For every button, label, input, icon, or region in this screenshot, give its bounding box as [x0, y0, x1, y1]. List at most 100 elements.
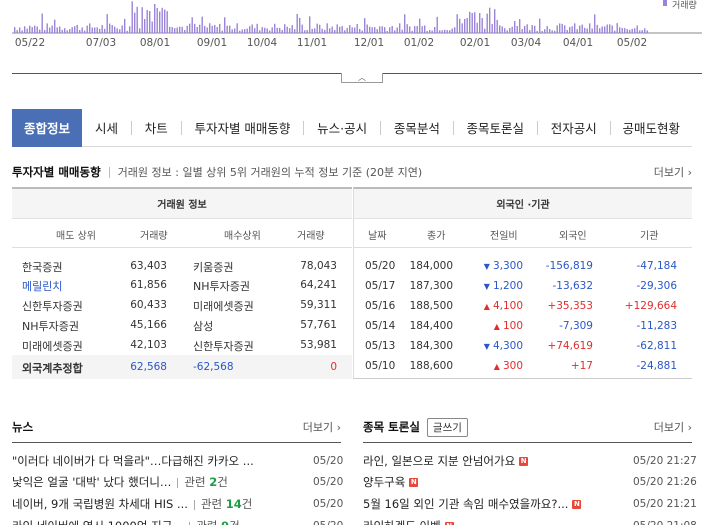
volume-bar: [406, 24, 408, 33]
volume-bar: [144, 19, 146, 33]
volume-bar: [606, 24, 608, 33]
volume-bar: [646, 30, 648, 33]
forum-post[interactable]: 라인하겠도 이벤N: [363, 516, 613, 525]
volume-bar: [429, 30, 431, 33]
x-tick-label: 07/03: [85, 37, 117, 49]
volume-bar: [121, 25, 123, 33]
volume-bar: [61, 29, 63, 33]
news-item[interactable]: 네이버, 9개 국립병원 차세대 HIS ... 관련 14건: [12, 494, 292, 514]
forum-post[interactable]: 라인, 일본으로 지분 안넘어가요 N: [363, 451, 613, 471]
volume-bar: [64, 28, 66, 33]
tab-1[interactable]: 종합정보: [12, 108, 83, 147]
tab-4[interactable]: 투자자별 매매동향: [181, 109, 303, 147]
buy-broker-name[interactable]: 키움증권: [193, 259, 233, 275]
close-price: 184,000: [409, 260, 453, 272]
volume-bar: [384, 27, 386, 33]
volume-bar: [356, 23, 358, 33]
volume-bar: [29, 25, 31, 33]
volume-bar: [14, 27, 16, 33]
volume-bar: [324, 29, 326, 33]
volume-bar: [626, 29, 628, 33]
related-unit: 건: [217, 475, 228, 489]
volume-bar: [74, 26, 76, 33]
volume-bar: [556, 25, 558, 33]
forum-post-title[interactable]: 라인하겠도 이벤: [363, 518, 441, 525]
sell-broker-name[interactable]: 미래에셋증권: [22, 338, 83, 354]
related-number: 9: [221, 519, 229, 525]
volume-bar: [169, 26, 171, 33]
tab-9[interactable]: 공매도현황: [610, 109, 692, 147]
up-arrow-icon: ▲: [483, 302, 490, 311]
news-headline[interactable]: 네이버, 9개 국립병원 차세대 HIS ...: [12, 496, 188, 512]
volume-bar: [409, 26, 411, 33]
volume-bar: [354, 27, 356, 33]
broker-table: 거래원 정보 매도 상위 거래량 매수상위 거래량 한국증권 63,403 키움증권 78,…: [12, 187, 352, 379]
forum-post-title[interactable]: 5월 16일 외인 기관 속임 매수였을까요?...: [363, 496, 568, 512]
news-date: 05/20: [313, 455, 344, 467]
related-count[interactable]: 관련 9건: [189, 518, 240, 525]
x-tick-label: 09/01: [196, 37, 228, 49]
write-post-button[interactable]: 글쓰기: [426, 417, 468, 437]
news-item[interactable]: 낯익은 얼굴 '대박' 났다 했더니… 관련 2건: [12, 472, 292, 492]
volume-bar: [76, 24, 78, 33]
buy-broker-name[interactable]: 미래에셋증권: [193, 298, 254, 314]
forum-more-link[interactable]: 더보기 ›: [654, 419, 692, 435]
volume-bar: [206, 27, 208, 33]
news-item[interactable]: 라인 네이버에 역시 1000억 지금... 관련 9건: [12, 516, 292, 525]
volume-bar: [449, 30, 451, 33]
tab-8[interactable]: 전자공시: [538, 109, 610, 147]
volume-bar: [366, 24, 368, 33]
tab-3[interactable]: 차트: [132, 109, 181, 147]
related-count[interactable]: 관련 14건: [193, 496, 252, 512]
more-link[interactable]: 더보기 ›: [654, 164, 692, 180]
news-headline[interactable]: 낯익은 얼굴 '대박' 났다 했더니…: [12, 474, 171, 490]
sell-broker-name[interactable]: 한국증권: [22, 259, 62, 275]
tab-5[interactable]: 뉴스·공시: [304, 109, 380, 147]
trade-date: 05/17: [365, 280, 396, 292]
volume-bar: [16, 30, 18, 33]
price-change: ▼ 4,300: [484, 340, 523, 352]
sell-broker-name[interactable]: NH투자증권: [22, 318, 79, 334]
volume-bar: [346, 28, 348, 33]
news-headline[interactable]: 라인 네이버에 역시 1000억 지금...: [12, 518, 183, 525]
sell-broker-name[interactable]: 메릴린치: [22, 278, 62, 294]
volume-bar: [134, 12, 136, 33]
forum-post-date: 05/20 21:26: [633, 476, 697, 488]
buy-broker-name[interactable]: 신한투자증권: [193, 338, 254, 354]
buy-broker-name[interactable]: NH투자증권: [193, 278, 250, 294]
news-item[interactable]: "이러다 네이버가 다 먹을라"…다급해진 카카오 ...: [12, 451, 292, 471]
forum-post[interactable]: 5월 16일 외인 기관 속임 매수였을까요?... N: [363, 494, 613, 514]
new-badge-icon: N: [519, 456, 529, 466]
related-count[interactable]: 관련 2건: [177, 474, 228, 490]
volume-bar: [484, 28, 486, 33]
tab-2[interactable]: 시세: [82, 109, 131, 147]
foreign-net: +35,353: [547, 300, 593, 312]
volume-bar: [416, 26, 418, 33]
volume-bar: [284, 24, 286, 33]
buy-broker-name[interactable]: 삼성: [193, 318, 213, 334]
volume-bar: [116, 28, 118, 33]
tab-7[interactable]: 종목토론실: [454, 109, 538, 147]
volume-bar: [369, 26, 371, 33]
volume-bar: [539, 18, 541, 33]
volume-bar: [269, 30, 271, 33]
forum-post-title[interactable]: 양두구육: [363, 474, 405, 490]
volume-bar: [549, 29, 551, 33]
news-more-link[interactable]: 더보기 ›: [303, 419, 341, 435]
trade-date: 05/13: [365, 340, 396, 352]
collapse-chart-button[interactable]: ︿: [341, 73, 383, 83]
volume-bar: [634, 28, 636, 33]
news-headline[interactable]: "이러다 네이버가 다 먹을라"…다급해진 카카오 ...: [12, 453, 254, 469]
section-title: 투자자별 매매동향: [12, 165, 101, 179]
forum-post-title[interactable]: 라인, 일본으로 지분 안넘어가요: [363, 453, 515, 469]
volume-bar: [404, 14, 406, 34]
tab-6[interactable]: 종목분석: [381, 109, 453, 147]
forum-post[interactable]: 양두구육 N: [363, 472, 613, 492]
volume-bar: [621, 28, 623, 33]
volume-bar: [359, 29, 361, 33]
volume-bar: [301, 24, 303, 33]
price-change-value: 300: [502, 360, 523, 372]
sell-broker-name[interactable]: 신한투자증권: [22, 298, 83, 314]
legend-label: 거래량: [672, 1, 697, 11]
volume-bar: [229, 25, 231, 33]
